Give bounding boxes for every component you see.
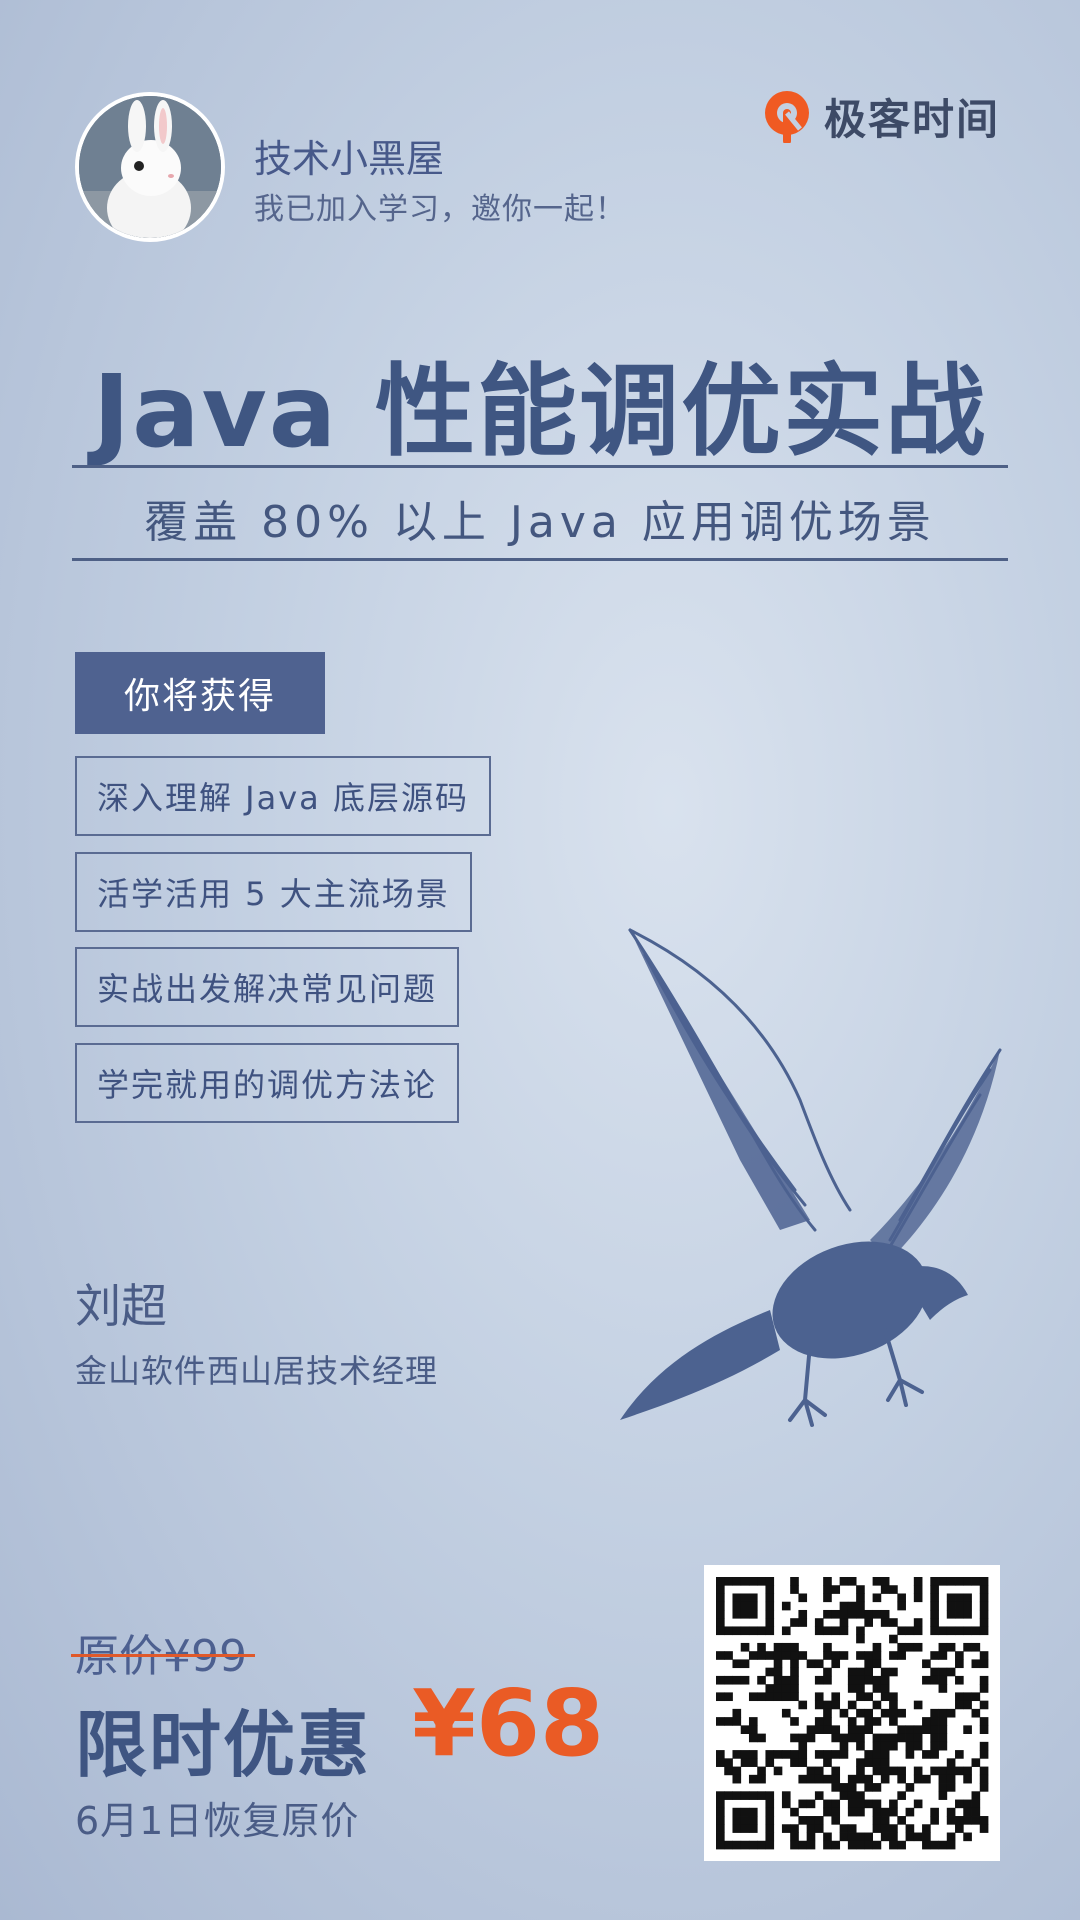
benefit-item: 实战出发解决常见问题 [75, 947, 460, 1027]
promo-price: ¥68 [412, 1670, 605, 1777]
title-divider-bottom [72, 558, 1008, 561]
author-title: 金山软件西山居技术经理 [75, 1352, 439, 1390]
price-restore-note: 6月1日恢复原价 [75, 1799, 360, 1843]
original-price: 原价¥99 [71, 1620, 255, 1684]
user-name: 技术小黑屋 [254, 137, 445, 181]
geek-time-logo-icon [765, 91, 809, 143]
promo-label: 限时优惠 [75, 1703, 372, 1787]
qr-code-pattern [716, 1577, 989, 1850]
course-title: Java 性能调优实战 [92, 353, 988, 470]
title-divider-top [72, 465, 1008, 468]
brand-logo[interactable]: 极客时间 [760, 86, 1000, 146]
eagle-illustration [620, 928, 1002, 1427]
course-subtitle: 覆盖 80% 以上 Java 应用调优场景 [144, 497, 936, 548]
benefit-item: 学完就用的调优方法论 [75, 1043, 460, 1123]
benefit-item: 深入理解 Java 底层源码 [75, 756, 491, 836]
avatar [75, 92, 225, 242]
benefit-item: 活学活用 5 大主流场景 [75, 852, 472, 932]
avatar-rabbit [79, 96, 221, 238]
author-name: 刘超 [75, 1279, 167, 1333]
qr-code[interactable] [704, 1565, 1000, 1861]
benefits-heading: 你将获得 [75, 652, 325, 734]
user-note: 我已加入学习，邀你一起！ [254, 192, 626, 227]
logo-text: 极客时间 [824, 94, 1001, 144]
